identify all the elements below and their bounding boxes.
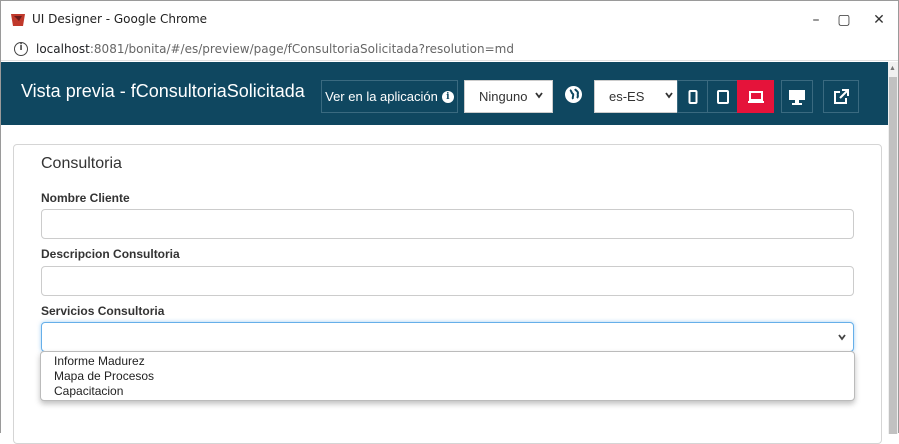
minimize-icon: –: [812, 12, 820, 28]
laptop-icon: [747, 90, 764, 103]
external-link-icon: [834, 88, 849, 104]
dropdown-option[interactable]: Mapa de Procesos: [41, 369, 854, 384]
descripcion-consultoria-label: Descripcion Consultoria: [41, 247, 180, 261]
browser-window: UI Designer - Google Chrome – ▢ ✕ i loca…: [0, 0, 899, 444]
servicios-consultoria-label: Servicios Consultoria: [41, 304, 165, 318]
url-text[interactable]: localhost:8081/bonita/#/es/preview/page/…: [36, 42, 514, 56]
address-bar[interactable]: i localhost:8081/bonita/#/es/preview/pag…: [1, 37, 898, 61]
servicios-dropdown-list: Informe Madurez Mapa de Procesos Capacit…: [40, 351, 855, 401]
scrollbar-thumb[interactable]: [889, 77, 897, 434]
laptop-resolution-button[interactable]: [737, 80, 774, 113]
chevron-down-icon: [665, 92, 673, 99]
close-button[interactable]: ✕: [859, 7, 899, 33]
window-title: UI Designer - Google Chrome: [32, 12, 208, 26]
chevron-down-icon: [535, 92, 543, 99]
preview-title: Vista previa - fConsultoriaSolicitada: [21, 81, 305, 101]
tablet-icon: [717, 89, 729, 104]
maximize-icon: ▢: [837, 12, 851, 28]
app-select-value: Ninguno: [479, 89, 528, 104]
title-bar: UI Designer - Google Chrome – ▢ ✕: [1, 1, 898, 37]
chevron-down-icon: [838, 334, 846, 341]
close-icon: ✕: [873, 12, 885, 28]
desktop-icon: [789, 89, 805, 105]
app-select[interactable]: Ninguno: [464, 80, 553, 113]
url-path: :8081/bonita/#/es/preview/page/fConsulto…: [89, 42, 514, 56]
tablet-resolution-button[interactable]: [707, 80, 739, 113]
maximize-button[interactable]: ▢: [824, 7, 864, 33]
info-icon: i: [441, 90, 454, 103]
globe-icon: [565, 86, 582, 103]
view-in-app-button[interactable]: Ver en la aplicación i: [321, 80, 458, 113]
nombre-cliente-label: Nombre Cliente: [41, 191, 130, 205]
ui-designer-logo-icon: [11, 14, 25, 26]
servicios-consultoria-select[interactable]: [41, 322, 854, 352]
site-info-icon[interactable]: i: [14, 42, 28, 56]
phone-icon: [688, 89, 698, 104]
dropdown-option[interactable]: Capacitacion: [41, 384, 854, 399]
scroll-up-icon[interactable]: ▲: [889, 65, 896, 72]
descripcion-consultoria-input[interactable]: [41, 266, 854, 296]
form-title: Consultoria: [41, 155, 122, 172]
phone-resolution-button[interactable]: [677, 80, 709, 113]
locale-select-value: es-ES: [609, 89, 645, 104]
open-external-button[interactable]: [823, 80, 859, 113]
locale-select[interactable]: es-ES: [594, 80, 683, 113]
nombre-cliente-input[interactable]: [41, 209, 854, 239]
preview-navbar: Vista previa - fConsultoriaSolicitada Ve…: [1, 62, 888, 125]
view-in-app-group: Ver en la aplicación i: [321, 80, 458, 113]
url-host: localhost: [36, 42, 90, 56]
desktop-resolution-button[interactable]: [781, 80, 813, 113]
view-in-app-label: Ver en la aplicación: [325, 89, 438, 104]
dropdown-option[interactable]: Informe Madurez: [41, 354, 854, 369]
